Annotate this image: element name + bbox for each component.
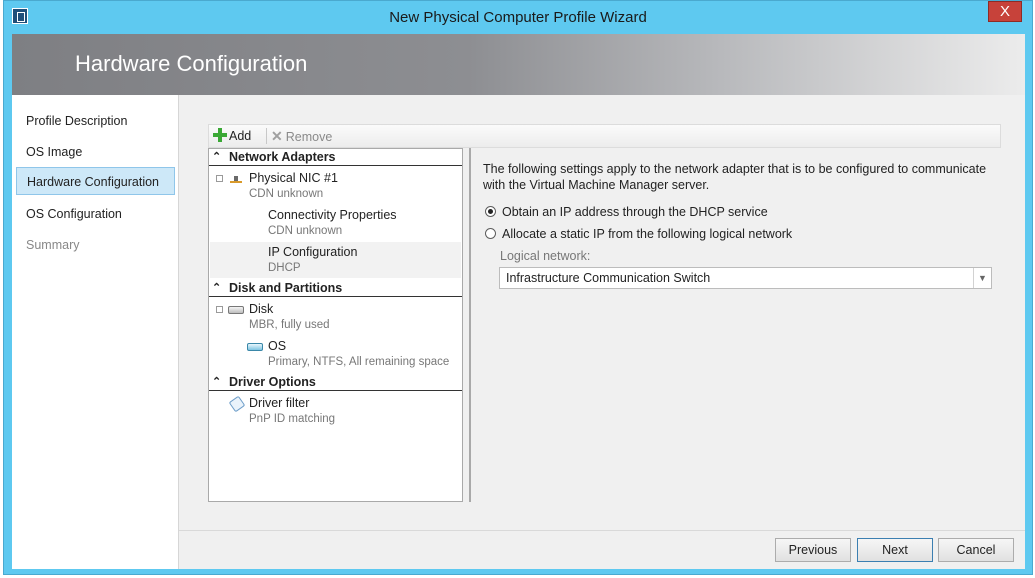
remove-label: Remove — [285, 130, 333, 144]
previous-button[interactable]: Previous — [775, 538, 851, 562]
collapse-icon[interactable]: ⌃ — [212, 374, 221, 390]
add-icon — [213, 128, 227, 142]
remove-icon: ✕ — [271, 128, 283, 144]
remove-button: ✕ Remove — [271, 127, 332, 145]
disk-icon — [228, 306, 244, 314]
nav-item-profile-description[interactable]: Profile Description — [16, 107, 175, 135]
chevron-down-icon: ▼ — [973, 268, 991, 288]
tree-item-os-partition[interactable]: OS Primary, NTFS, All remaining space — [268, 339, 449, 368]
page-banner: Hardware Configuration — [12, 34, 1025, 95]
tree-item-ip-configuration[interactable]: IP Configuration DHCP — [268, 245, 357, 274]
section-title: Driver Options — [229, 375, 316, 389]
nav-item-os-image[interactable]: OS Image — [16, 138, 175, 166]
nav-item-summary: Summary — [26, 238, 80, 252]
tree-item-driver-filter[interactable]: Driver filter PnP ID matching — [249, 396, 335, 425]
logical-network-value: Infrastructure Communication Switch — [506, 271, 711, 285]
dhcp-option-label: Obtain an IP address through the DHCP se… — [502, 205, 768, 219]
section-disk-and-partitions[interactable]: ⌃ Disk and Partitions — [209, 280, 462, 297]
tree-item-physical-nic[interactable]: Physical NIC #1 CDN unknown — [249, 171, 338, 200]
details-description: The following settings apply to the netw… — [483, 162, 987, 192]
footer-divider — [179, 530, 1025, 531]
static-ip-option[interactable]: Allocate a static IP from the following … — [485, 226, 792, 242]
logical-network-label: Logical network: — [500, 249, 591, 263]
title-bar: New Physical Computer Profile Wizard X — [4, 1, 1032, 35]
logical-network-select: Infrastructure Communication Switch ▼ — [499, 267, 992, 289]
page-title: Hardware Configuration — [75, 51, 308, 76]
tree-item-label: Physical NIC #1 — [249, 171, 338, 185]
hardware-tree: ⌃ Network Adapters Physical NIC #1 CDN u… — [208, 148, 463, 502]
add-label: Add — [229, 129, 252, 143]
hardware-toolbar: Add ✕ Remove — [208, 124, 1001, 148]
section-title: Network Adapters — [229, 150, 336, 164]
tree-item-label: Driver filter — [249, 396, 310, 410]
tree-item-label: Disk — [249, 302, 274, 316]
wizard-steps-nav: Profile Description OS Image Hardware Co… — [12, 95, 179, 569]
volume-icon — [247, 343, 263, 351]
tree-item-sublabel: PnP ID matching — [249, 413, 336, 425]
add-button[interactable]: Add — [213, 127, 251, 145]
details-pane: The following settings apply to the netw… — [469, 148, 1001, 502]
tree-item-disk[interactable]: Disk MBR, fully used — [249, 302, 330, 331]
tree-item-label: IP Configuration — [268, 245, 358, 259]
section-driver-options[interactable]: ⌃ Driver Options — [209, 374, 462, 391]
wizard-window: New Physical Computer Profile Wizard X H… — [3, 0, 1033, 575]
tree-item-sublabel: CDN unknown — [249, 188, 324, 200]
tree-item-label: Connectivity Properties — [268, 208, 397, 222]
section-network-adapters[interactable]: ⌃ Network Adapters — [209, 149, 462, 166]
tree-item-sublabel: CDN unknown — [268, 225, 343, 237]
expander-icon[interactable] — [216, 306, 223, 313]
dhcp-radio[interactable] — [485, 206, 496, 217]
expander-icon[interactable] — [216, 175, 223, 182]
tree-item-connectivity-properties[interactable]: Connectivity Properties CDN unknown — [268, 208, 397, 237]
nav-item-hardware-configuration[interactable]: Hardware Configuration — [16, 167, 175, 195]
tree-item-sublabel: MBR, fully used — [249, 319, 330, 331]
collapse-icon[interactable]: ⌃ — [212, 149, 221, 165]
network-adapter-icon — [230, 175, 242, 183]
toolbar-divider — [266, 128, 267, 144]
cancel-button[interactable]: Cancel — [938, 538, 1014, 562]
wizard-client: Hardware Configuration Profile Descripti… — [12, 34, 1025, 569]
window-title: New Physical Computer Profile Wizard — [389, 9, 647, 26]
static-ip-option-label: Allocate a static IP from the following … — [502, 227, 793, 241]
static-ip-radio[interactable] — [485, 228, 496, 239]
tree-item-label: OS — [268, 339, 287, 353]
tree-item-sublabel: DHCP — [268, 262, 301, 274]
collapse-icon[interactable]: ⌃ — [212, 280, 221, 296]
tag-icon — [228, 395, 246, 413]
dhcp-option[interactable]: Obtain an IP address through the DHCP se… — [485, 204, 768, 220]
section-title: Disk and Partitions — [229, 281, 343, 295]
close-button[interactable]: X — [988, 1, 1022, 22]
nav-item-os-configuration[interactable]: OS Configuration — [16, 200, 175, 228]
tree-item-sublabel: Primary, NTFS, All remaining space — [268, 356, 450, 368]
next-button[interactable]: Next — [857, 538, 933, 562]
